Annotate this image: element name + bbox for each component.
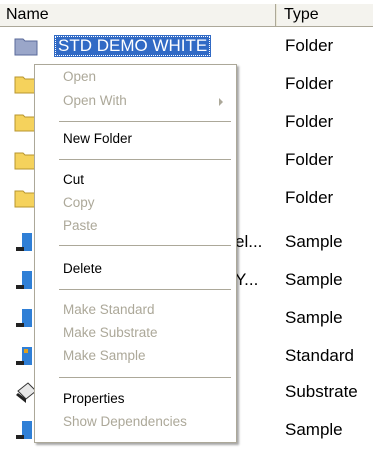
submenu-arrow-icon xyxy=(219,98,223,106)
list-item-name: el... xyxy=(235,232,263,251)
column-header-type[interactable]: Type xyxy=(277,4,373,26)
menu-separator xyxy=(59,121,231,122)
folder-icon xyxy=(14,38,38,56)
list-item-type: Standard xyxy=(285,346,354,365)
menu-item-paste[interactable]: Paste xyxy=(36,214,235,238)
menu-separator xyxy=(59,245,231,246)
list-item-type: Folder xyxy=(285,74,334,93)
menu-item-make-sample[interactable]: Make Sample xyxy=(36,344,235,368)
menu-item-label: Open With xyxy=(63,93,127,108)
list-item-type: Sample xyxy=(285,420,343,439)
list-item-type: Sample xyxy=(285,270,343,289)
list-header: Name Type xyxy=(0,4,373,27)
list-item[interactable]: STD DEMO WHITE Folder xyxy=(0,27,373,65)
menu-item-make-standard[interactable]: Make Standard xyxy=(36,298,235,322)
menu-item-open[interactable]: Open xyxy=(36,65,235,89)
list-item-type: Sample xyxy=(285,232,343,251)
menu-item-show-dependencies[interactable]: Show Dependencies xyxy=(36,410,235,434)
list-item-name: Y... xyxy=(235,270,259,289)
list-item-type: Folder xyxy=(285,36,334,55)
menu-item-open-with[interactable]: Open With xyxy=(36,89,235,113)
menu-item-cut[interactable]: Cut xyxy=(36,168,235,192)
list-item-type: Folder xyxy=(285,150,334,169)
list-item-type: Substrate xyxy=(285,382,358,401)
menu-item-copy[interactable]: Copy xyxy=(36,191,235,215)
list-item-type: Sample xyxy=(285,308,343,327)
menu-separator xyxy=(59,289,231,290)
menu-separator xyxy=(59,377,231,378)
column-header-name[interactable]: Name xyxy=(0,4,276,26)
list-item-type: Folder xyxy=(285,112,334,131)
context-menu: Open Open With New Folder Cut Copy Paste… xyxy=(34,64,237,443)
menu-item-make-substrate[interactable]: Make Substrate xyxy=(36,321,235,345)
menu-item-properties[interactable]: Properties xyxy=(36,387,235,411)
menu-separator xyxy=(59,159,231,160)
list-item-name: STD DEMO WHITE xyxy=(54,35,212,57)
list-item-type: Folder xyxy=(285,188,334,207)
menu-item-new-folder[interactable]: New Folder xyxy=(36,127,235,151)
menu-item-delete[interactable]: Delete xyxy=(36,257,235,281)
